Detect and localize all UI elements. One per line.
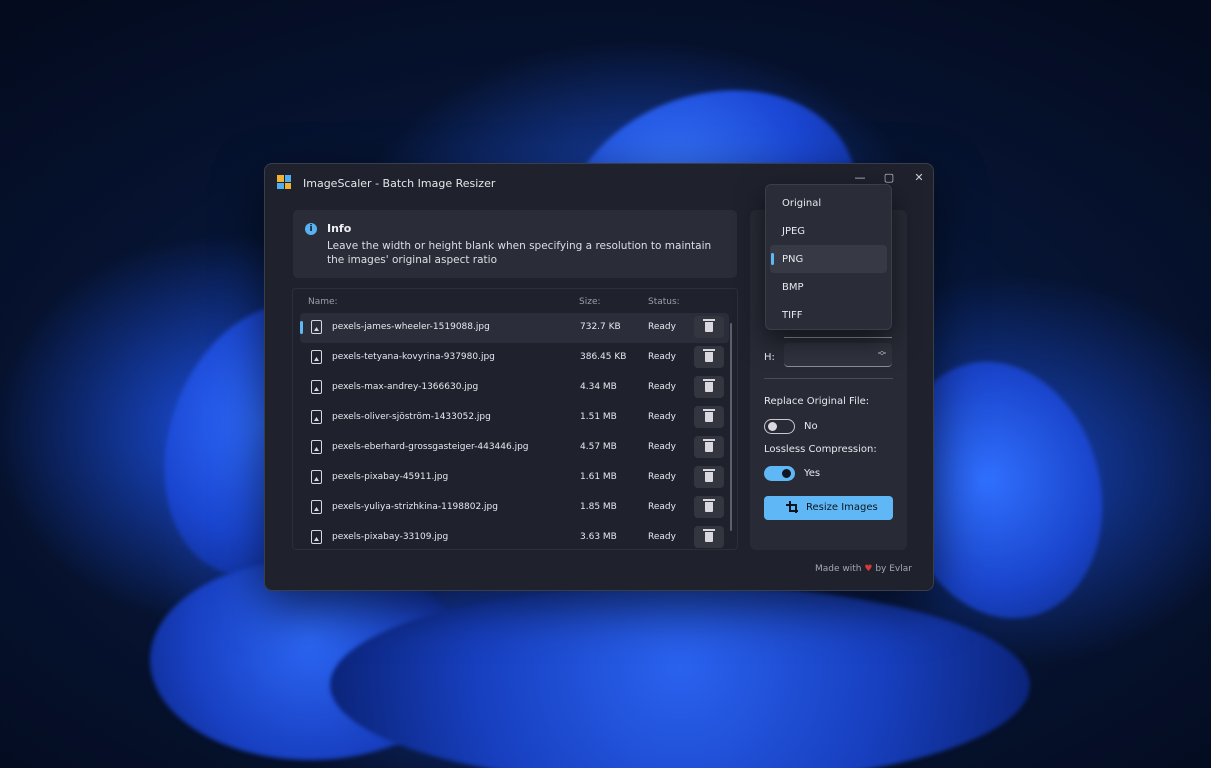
image-file-icon <box>311 410 322 424</box>
lossless-compression-toggle[interactable] <box>764 466 795 481</box>
trash-icon <box>703 409 715 422</box>
file-size: 4.34 MB <box>580 382 617 392</box>
file-name: pexels-pixabay-45911.jpg <box>332 472 449 482</box>
file-name: pexels-eberhard-grossgasteiger-443446.jp… <box>332 442 529 452</box>
file-size: 1.85 MB <box>580 502 617 512</box>
file-name: pexels-pixabay-33109.jpg <box>332 532 449 542</box>
file-status: Ready <box>648 412 676 422</box>
header-name: Name: <box>308 297 338 307</box>
list-scrollbar[interactable] <box>730 323 732 531</box>
delete-button[interactable] <box>694 496 724 518</box>
file-name: pexels-yuliya-strizhkina-1198802.jpg <box>332 502 498 512</box>
resize-images-label: Resize Images <box>806 502 878 513</box>
info-bar: i Info Leave the width or height blank w… <box>293 210 737 278</box>
file-name: pexels-max-andrey-1366630.jpg <box>332 382 479 392</box>
delete-button[interactable] <box>694 406 724 428</box>
file-size: 3.63 MB <box>580 532 617 542</box>
image-file-icon <box>311 320 322 334</box>
height-field[interactable]: ︿ ﹀ <box>784 343 892 367</box>
file-status: Ready <box>648 442 676 452</box>
file-size: 732.7 KB <box>580 322 621 332</box>
footer-made-with: Made with <box>815 564 862 574</box>
trash-icon <box>703 379 715 392</box>
lossless-compression-state: Yes <box>804 468 821 479</box>
image-file-icon <box>311 350 322 364</box>
format-option-original[interactable]: Original <box>770 189 887 217</box>
image-file-icon <box>311 380 322 394</box>
crop-icon <box>786 501 798 513</box>
file-size: 1.61 MB <box>580 472 617 482</box>
lossless-compression-label: Lossless Compression: <box>764 444 877 455</box>
replace-original-label: Replace Original File: <box>764 396 870 407</box>
file-row[interactable]: pexels-pixabay-45911.jpg 1.61 MB Ready <box>300 463 729 493</box>
file-row[interactable]: pexels-yuliya-strizhkina-1198802.jpg 1.8… <box>300 493 729 523</box>
trash-icon <box>703 469 715 482</box>
wallpaper-bloom <box>330 585 1030 768</box>
format-option-bmp[interactable]: BMP <box>770 273 887 301</box>
file-name: pexels-tetyana-kovyrina-937980.jpg <box>332 352 495 362</box>
delete-button[interactable] <box>694 436 724 458</box>
delete-button[interactable] <box>694 316 724 338</box>
app-window: ImageScaler - Batch Image Resizer — ▢ ✕ … <box>264 163 934 591</box>
toggle-knob <box>782 469 791 478</box>
format-option-png[interactable]: PNG <box>770 245 887 273</box>
file-row[interactable]: pexels-pixabay-33109.jpg 3.63 MB Ready <box>300 523 729 549</box>
header-size: Size: <box>579 297 601 307</box>
trash-icon <box>703 499 715 512</box>
file-size: 1.51 MB <box>580 412 617 422</box>
file-status: Ready <box>648 352 676 362</box>
file-rows: pexels-james-wheeler-1519088.jpg 732.7 K… <box>293 313 737 549</box>
file-status: Ready <box>648 532 676 542</box>
replace-original-state: No <box>804 421 818 432</box>
file-status: Ready <box>648 502 676 512</box>
format-dropdown-menu: Original JPEG PNG BMP TIFF <box>765 184 892 330</box>
file-status: Ready <box>648 472 676 482</box>
resize-images-button[interactable]: Resize Images <box>764 496 893 520</box>
file-row[interactable]: pexels-oliver-sjöström-1433052.jpg 1.51 … <box>300 403 729 433</box>
file-row[interactable]: pexels-eberhard-grossgasteiger-443446.jp… <box>300 433 729 463</box>
file-row[interactable]: pexels-tetyana-kovyrina-937980.jpg 386.4… <box>300 343 729 373</box>
image-file-icon <box>311 500 322 514</box>
trash-icon <box>703 439 715 452</box>
close-icon[interactable]: ✕ <box>904 168 934 188</box>
file-row[interactable]: pexels-max-andrey-1366630.jpg 4.34 MB Re… <box>300 373 729 403</box>
file-row[interactable]: pexels-james-wheeler-1519088.jpg 732.7 K… <box>300 313 729 343</box>
image-file-icon <box>311 440 322 454</box>
delete-button[interactable] <box>694 526 724 548</box>
trash-icon <box>703 529 715 542</box>
footer-credit: Made with ♥ by Evlar <box>815 564 912 574</box>
file-size: 4.57 MB <box>580 442 617 452</box>
file-list: Name: Size: Status: pexels-james-wheeler… <box>292 288 738 550</box>
list-header: Name: Size: Status: <box>293 289 737 313</box>
format-option-jpeg[interactable]: JPEG <box>770 217 887 245</box>
file-status: Ready <box>648 382 676 392</box>
format-option-tiff[interactable]: TIFF <box>770 301 887 329</box>
info-title: Info <box>327 222 352 235</box>
info-icon: i <box>305 223 317 235</box>
window-title: ImageScaler - Batch Image Resizer <box>303 177 496 190</box>
heart-icon: ♥ <box>864 564 873 574</box>
file-name: pexels-oliver-sjöström-1433052.jpg <box>332 412 491 422</box>
file-size: 386.45 KB <box>580 352 627 362</box>
divider <box>764 378 893 379</box>
replace-original-toggle[interactable] <box>764 419 795 434</box>
info-message: Leave the width or height blank when spe… <box>327 240 712 266</box>
file-name: pexels-james-wheeler-1519088.jpg <box>332 322 490 332</box>
toggle-knob <box>768 422 777 431</box>
file-status: Ready <box>648 322 676 332</box>
footer-author: by Evlar <box>875 564 912 574</box>
delete-button[interactable] <box>694 466 724 488</box>
delete-button[interactable] <box>694 346 724 368</box>
header-status: Status: <box>648 297 680 307</box>
image-file-icon <box>311 530 322 544</box>
image-file-icon <box>311 470 322 484</box>
trash-icon <box>703 349 715 362</box>
height-label: H: <box>764 352 775 363</box>
spinner-icon[interactable]: ︿ ﹀ <box>878 347 886 361</box>
trash-icon <box>703 319 715 332</box>
app-logo-icon <box>277 175 291 189</box>
delete-button[interactable] <box>694 376 724 398</box>
